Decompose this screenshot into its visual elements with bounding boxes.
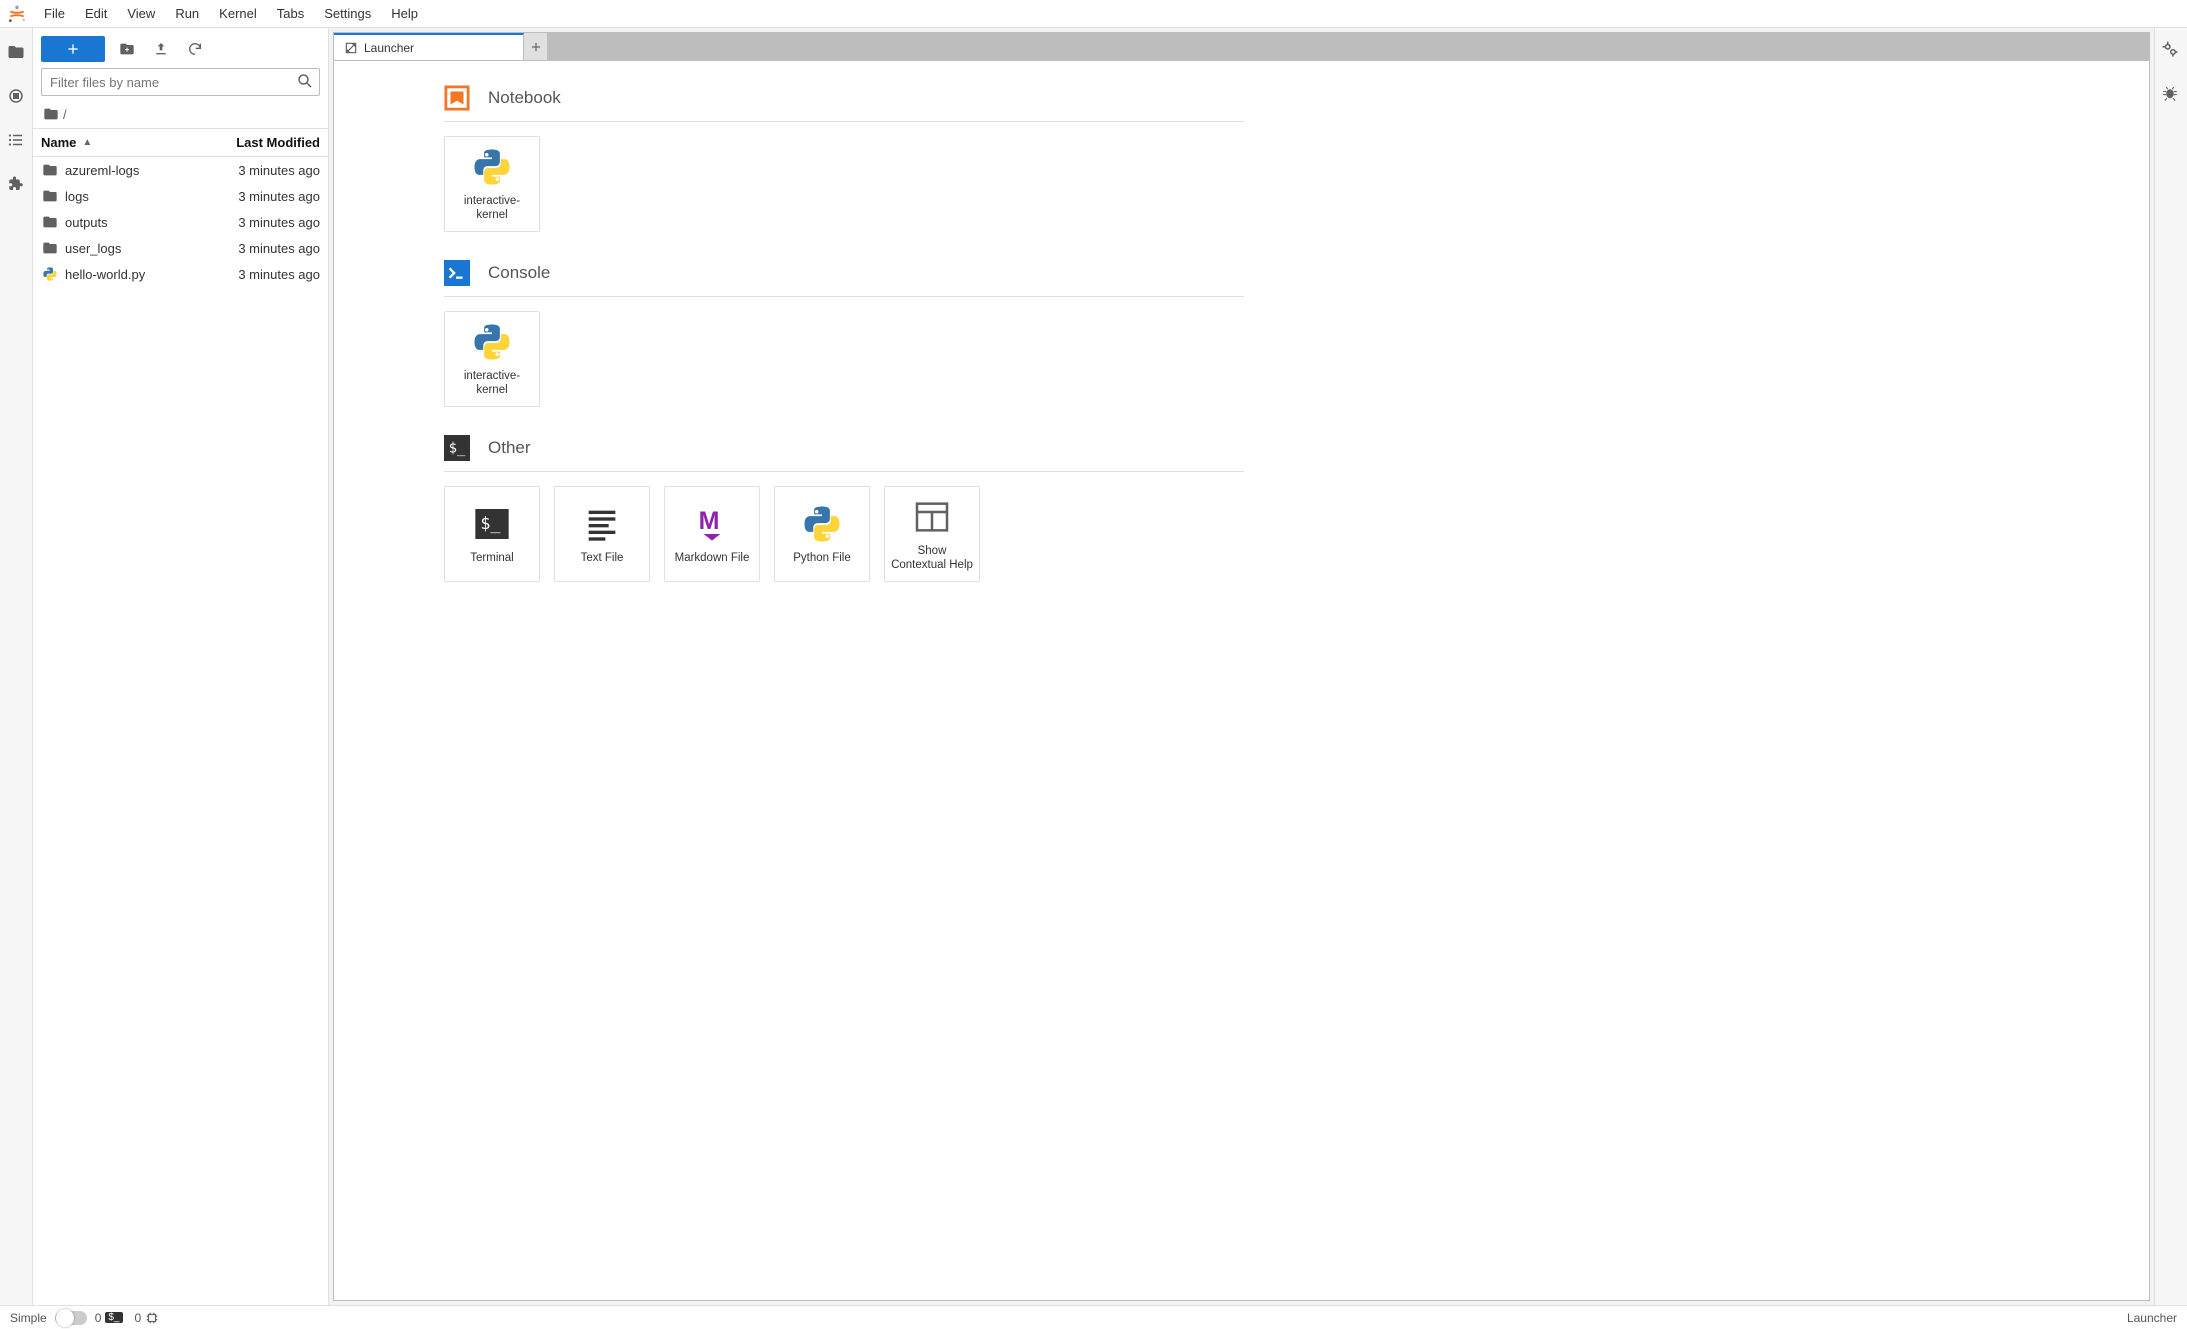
card-label: Text File: [581, 552, 624, 566]
file-row[interactable]: user_logs3 minutes ago: [33, 235, 328, 261]
launcher-card-terminal[interactable]: $_ Terminal: [444, 486, 540, 582]
card-label: Terminal: [470, 552, 513, 566]
launcher-card-python-file[interactable]: Python File: [774, 486, 870, 582]
card-label: interactive-kernel: [451, 370, 533, 398]
launcher-section-notebook: Notebook interactive-kernel: [444, 85, 1244, 232]
folder-icon: [41, 239, 59, 257]
new-launcher-button[interactable]: [41, 36, 105, 62]
markdown-icon: M: [690, 502, 734, 546]
file-name: logs: [65, 189, 190, 204]
column-name[interactable]: Name ▲: [33, 129, 198, 156]
menu-file[interactable]: File: [34, 2, 75, 25]
folder-icon: [41, 213, 59, 231]
launcher-tab-icon: [344, 41, 358, 55]
svg-text:$_: $_: [480, 514, 501, 533]
menu-kernel[interactable]: Kernel: [209, 2, 267, 25]
breadcrumb[interactable]: /: [33, 102, 328, 128]
folder-icon[interactable]: [6, 42, 26, 62]
contexthelp-icon: [910, 495, 954, 539]
launcher-card-interactive-kernel[interactable]: interactive-kernel: [444, 136, 540, 232]
svg-text:M: M: [699, 507, 720, 535]
refresh-icon[interactable]: [183, 37, 207, 61]
tab-launcher[interactable]: Launcher: [334, 33, 524, 60]
section-title: Console: [488, 263, 550, 283]
file-browser: / Name ▲ Last Modified azureml-logs3 min…: [33, 28, 329, 1305]
svg-text:$_: $_: [449, 441, 466, 457]
status-bar: Simple 0 $_ 0 Launcher: [0, 1305, 2187, 1329]
python-icon: [470, 320, 514, 364]
terminal-dark-icon: $_: [470, 502, 514, 546]
file-list-header: Name ▲ Last Modified: [33, 128, 328, 157]
file-name: outputs: [65, 215, 190, 230]
console-section-icon: [444, 260, 470, 286]
extensions-icon[interactable]: [6, 174, 26, 194]
file-row[interactable]: outputs3 minutes ago: [33, 209, 328, 235]
card-label: Show Contextual Help: [891, 545, 973, 573]
simple-mode-label: Simple: [10, 1311, 47, 1325]
launcher-card-interactive-kernel[interactable]: interactive-kernel: [444, 311, 540, 407]
python-icon: [470, 145, 514, 189]
folder-icon: [41, 161, 59, 179]
tab-label: Launcher: [364, 41, 414, 55]
file-modified: 3 minutes ago: [190, 189, 320, 204]
right-rail: [2154, 28, 2187, 1305]
add-tab-button[interactable]: [524, 33, 548, 60]
file-row[interactable]: azureml-logs3 minutes ago: [33, 157, 328, 183]
toc-icon[interactable]: [6, 130, 26, 150]
menu-tabs[interactable]: Tabs: [267, 2, 314, 25]
python-icon: [800, 502, 844, 546]
filter-files-input[interactable]: [41, 68, 320, 96]
left-rail: [0, 28, 33, 1305]
file-modified: 3 minutes ago: [190, 241, 320, 256]
column-modified[interactable]: Last Modified: [198, 129, 328, 156]
tab-bar: Launcher: [334, 33, 2149, 61]
textfile-icon: [580, 502, 624, 546]
launcher-card-text-file[interactable]: Text File: [554, 486, 650, 582]
kernel-chip-icon: [145, 1311, 159, 1325]
file-name: user_logs: [65, 241, 190, 256]
section-title: Notebook: [488, 88, 561, 108]
new-folder-icon[interactable]: [115, 37, 139, 61]
jupyter-logo-icon: [6, 3, 28, 25]
launcher-body: Notebook interactive-kernel Console interac…: [334, 61, 2149, 1300]
debugger-icon[interactable]: [2161, 84, 2181, 104]
menu-settings[interactable]: Settings: [314, 2, 381, 25]
search-icon: [296, 72, 314, 90]
file-modified: 3 minutes ago: [190, 163, 320, 178]
python-file-icon: [41, 265, 59, 283]
menubar: FileEditViewRunKernelTabsSettingsHelp: [0, 0, 2187, 28]
menu-view[interactable]: View: [117, 2, 165, 25]
launcher-section-console: Console interactive-kernel: [444, 260, 1244, 407]
card-label: Python File: [793, 552, 851, 566]
file-modified: 3 minutes ago: [190, 215, 320, 230]
section-title: Other: [488, 438, 531, 458]
status-terminals[interactable]: 0 $_: [95, 1311, 123, 1325]
card-label: Markdown File: [675, 552, 750, 566]
status-kernels[interactable]: 0: [135, 1311, 160, 1325]
breadcrumb-root: /: [63, 107, 67, 122]
launcher-card-markdown-file[interactable]: M Markdown File: [664, 486, 760, 582]
property-inspector-icon[interactable]: [2161, 40, 2181, 60]
file-name: azureml-logs: [65, 163, 190, 178]
upload-icon[interactable]: [149, 37, 173, 61]
card-label: interactive-kernel: [451, 195, 533, 223]
menu-run[interactable]: Run: [165, 2, 209, 25]
launcher-section-other: $_ Other $_ Terminal Text File M Markdown File…: [444, 435, 1244, 582]
terminal-badge-icon: $_: [105, 1312, 122, 1323]
file-row[interactable]: hello-world.py3 minutes ago: [33, 261, 328, 287]
simple-mode-toggle[interactable]: [55, 1311, 87, 1325]
sort-asc-icon: ▲: [82, 137, 92, 148]
terminal-dark-section-icon: $_: [444, 435, 470, 461]
file-name: hello-world.py: [65, 267, 190, 282]
folder-icon: [41, 187, 59, 205]
menu-help[interactable]: Help: [381, 2, 428, 25]
status-mode: Launcher: [2127, 1311, 2177, 1325]
main-area: Launcher Notebookinteractive-kernelConso…: [329, 28, 2154, 1305]
launcher-card-show-contextual-help[interactable]: Show Contextual Help: [884, 486, 980, 582]
file-row[interactable]: logs3 minutes ago: [33, 183, 328, 209]
menu-edit[interactable]: Edit: [75, 2, 117, 25]
notebook-section-icon: [444, 85, 470, 111]
running-icon[interactable]: [6, 86, 26, 106]
file-modified: 3 minutes ago: [190, 267, 320, 282]
